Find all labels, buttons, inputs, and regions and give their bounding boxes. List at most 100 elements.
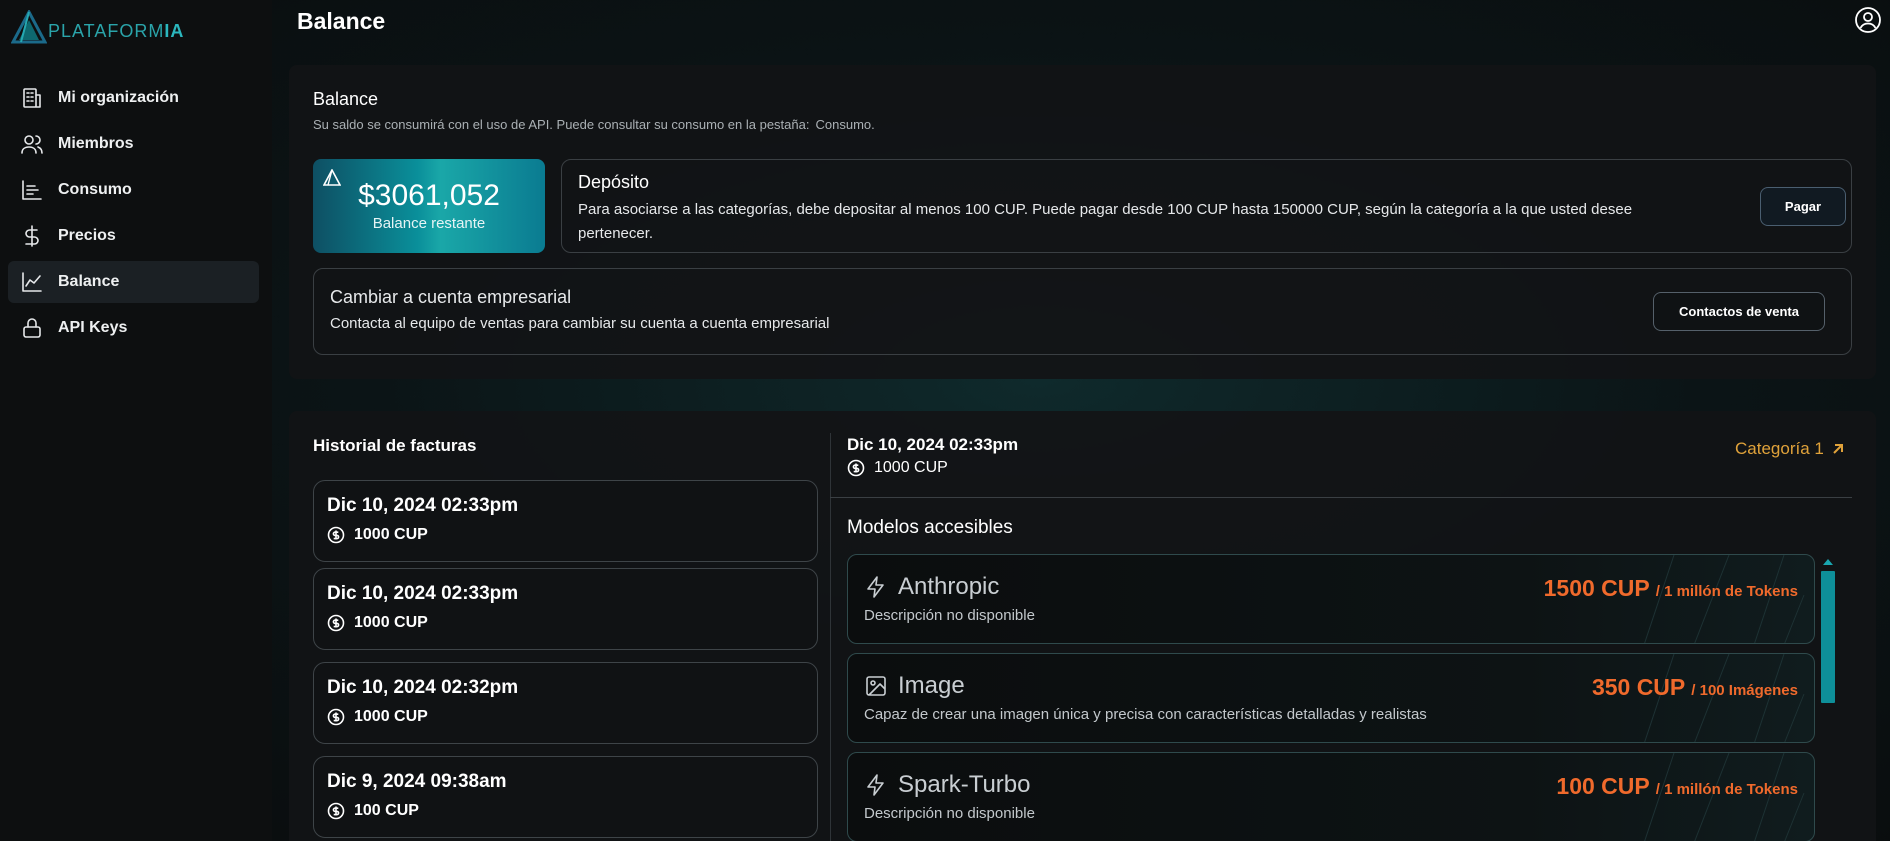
coin-icon: [327, 708, 345, 726]
coin-icon: [327, 802, 345, 820]
dollar-icon: [25, 225, 39, 247]
subtitle-text: Su saldo se consumirá con el uso de API.…: [313, 117, 810, 132]
model-name-text: Anthropic: [898, 573, 1000, 600]
vertical-divider: [830, 433, 831, 841]
consumo-link[interactable]: Consumo.: [815, 117, 874, 132]
horizontal-divider: [830, 497, 1852, 498]
history-title: Historial de facturas: [313, 436, 477, 455]
pay-button[interactable]: Pagar: [1760, 187, 1846, 226]
model-price: 350 CUP / 100 Imágenes: [1592, 674, 1798, 701]
invoice-item[interactable]: Dic 9, 2024 09:38am 100 CUP: [313, 756, 818, 838]
balance-card-title: Balance: [313, 89, 379, 109]
model-price-unit: / 1 millón de Tokens: [1655, 583, 1798, 600]
invoice-amount: 1000 CUP: [327, 526, 428, 544]
models-title: Modelos accesibles: [847, 517, 1013, 538]
sidebar-item-label: Miembros: [58, 135, 134, 152]
coin-icon: [327, 614, 345, 632]
model-price-value: 100 CUP: [1556, 773, 1650, 799]
coin-icon: [847, 459, 865, 477]
invoice-amount-text: 1000 CUP: [354, 708, 428, 725]
users-icon: [21, 135, 43, 154]
invoice-amount-text: 100 CUP: [354, 802, 419, 819]
sidebar-item-precios[interactable]: Precios: [8, 215, 259, 257]
sidebar-nav: Mi organización Miembros Consumo Precios…: [8, 77, 259, 353]
model-price-value: 350 CUP: [1591, 674, 1686, 700]
scrollbar-thumb[interactable]: [1821, 571, 1835, 703]
model-description: Descripción no disponible: [864, 805, 1035, 822]
models-scrollbar[interactable]: [1821, 559, 1835, 841]
sidebar-item-consumo[interactable]: Consumo: [8, 169, 259, 211]
model-card-spark-turbo[interactable]: Spark-Turbo Descripción no disponible 10…: [847, 752, 1815, 841]
enterprise-panel: Cambiar a cuenta empresarial Contacta al…: [313, 268, 1852, 355]
model-name: Anthropic: [864, 573, 999, 601]
invoice-item[interactable]: Dic 10, 2024 02:32pm 1000 CUP: [313, 662, 818, 744]
logo-icon: [11, 10, 47, 44]
model-name-text: Image: [898, 672, 965, 699]
model-price: 1500 CUP / 1 millón de Tokens: [1544, 575, 1798, 602]
sidebar-item-label: API Keys: [58, 319, 128, 336]
sidebar-item-label: Balance: [58, 273, 120, 290]
enterprise-text: Contacta al equipo de ventas para cambia…: [330, 315, 830, 332]
invoice-amount: 1000 CUP: [327, 614, 428, 632]
invoice-date: Dic 10, 2024 02:33pm: [327, 495, 519, 516]
user-account-icon[interactable]: [1854, 6, 1882, 34]
invoice-date: Dic 9, 2024 09:38am: [327, 771, 507, 792]
sidebar-item-label: Consumo: [58, 181, 132, 198]
remaining-balance: $3061,052 Balance restante: [313, 159, 545, 253]
detail-amount-text: 1000 CUP: [874, 459, 948, 476]
sidebar: PLATAFORMIA Mi organización Miembros Con…: [0, 0, 272, 841]
deposit-text: Para asociarse a las categorías, debe de…: [578, 201, 1633, 242]
coin-icon: [327, 526, 345, 544]
model-card-anthropic[interactable]: Anthropic Descripción no disponible 1500…: [847, 554, 1815, 644]
line-chart-icon: [22, 272, 42, 292]
model-price-value: 1500 CUP: [1543, 575, 1650, 601]
invoice-date: Dic 10, 2024 02:33pm: [327, 583, 519, 604]
model-name-text: Spark-Turbo: [898, 771, 1031, 798]
sidebar-item-label: Mi organización: [58, 89, 179, 106]
lock-icon: [23, 318, 41, 338]
invoice-amount: 100 CUP: [327, 802, 419, 820]
model-price-unit: / 1 millón de Tokens: [1655, 781, 1798, 798]
category-link[interactable]: Categoría 1: [1735, 439, 1846, 459]
invoice-item[interactable]: Dic 10, 2024 02:33pm 1000 CUP: [313, 568, 818, 650]
logo-icon: [323, 169, 341, 186]
sidebar-item-api-keys[interactable]: API Keys: [8, 307, 259, 349]
deposit-panel: Depósito Para asociarse a las categorías…: [561, 159, 1852, 253]
balance-label: Balance restante: [372, 215, 486, 232]
sidebar-item-balance[interactable]: Balance: [8, 261, 259, 303]
model-description: Descripción no disponible: [864, 607, 1035, 624]
scroll-up-arrow[interactable]: [1823, 559, 1833, 565]
enterprise-title: Cambiar a cuenta empresarial: [330, 287, 572, 307]
invoice-item[interactable]: Dic 10, 2024 02:33pm 1000 CUP: [313, 480, 818, 562]
model-price-unit: / 100 Imágenes: [1691, 682, 1798, 699]
category-label: Categoría 1: [1735, 439, 1824, 458]
invoice-amount-text: 1000 CUP: [354, 526, 428, 543]
invoice-date: Dic 10, 2024 02:32pm: [327, 677, 519, 698]
invoice-amount-text: 1000 CUP: [354, 614, 428, 631]
brand-logo[interactable]: PLATAFORMIA: [11, 10, 184, 46]
sidebar-item-miembros[interactable]: Miembros: [8, 123, 259, 165]
image-icon: [866, 676, 886, 696]
model-name: Image: [864, 672, 965, 700]
invoice-amount: 1000 CUP: [327, 708, 428, 726]
sidebar-item-mi-organizacion[interactable]: Mi organización: [8, 77, 259, 119]
detail-date: Dic 10, 2024 02:33pm: [847, 435, 1019, 454]
lightning-icon: [867, 774, 884, 796]
sidebar-item-label: Precios: [58, 227, 116, 244]
lightning-icon: [867, 576, 884, 598]
page-title: Balance: [297, 8, 386, 34]
balance-card: Balance Su saldo se consumirá con el uso…: [289, 65, 1876, 379]
brand-name: PLATAFORMIA: [48, 20, 185, 41]
invoice-history-card: Historial de facturas Dic 10, 2024 02:33…: [289, 411, 1876, 841]
detail-amount: 1000 CUP: [847, 459, 948, 477]
building-icon: [23, 88, 41, 108]
model-name: Spark-Turbo: [864, 771, 1031, 799]
model-card-image[interactable]: Image Capaz de crear una imagen única y …: [847, 653, 1815, 743]
balance-amount: $3061,052: [358, 179, 500, 212]
arrow-up-right-icon: [1833, 444, 1843, 454]
balance-card-subtitle: Su saldo se consumirá con el uso de API.…: [313, 117, 875, 132]
bar-chart-icon: [22, 180, 42, 200]
sales-contacts-button[interactable]: Contactos de venta: [1653, 292, 1825, 331]
model-price: 100 CUP / 1 millón de Tokens: [1556, 773, 1798, 800]
deposit-title: Depósito: [578, 172, 650, 192]
